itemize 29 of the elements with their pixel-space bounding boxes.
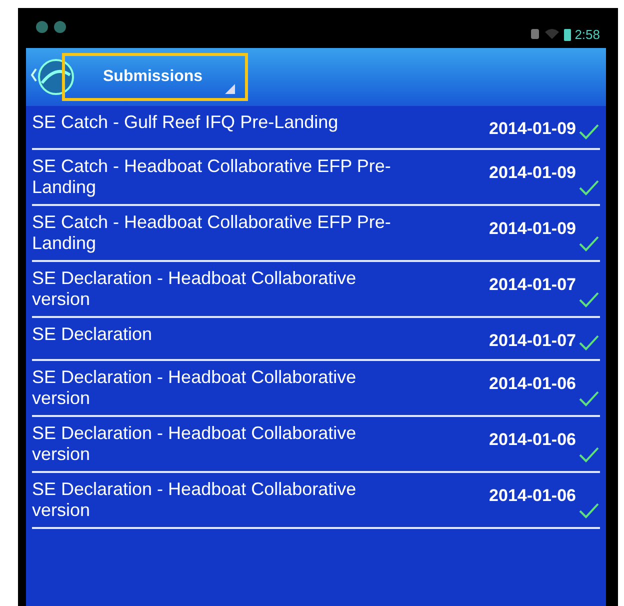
submission-title: SE Catch - Headboat Collaborative EFP Pre-Landing [32,212,392,254]
submission-title: SE Declaration [32,324,154,344]
submission-title: SE Catch - Headboat Collaborative EFP Pre-Landing [32,156,392,198]
submission-date: 2014-01-06 [489,485,576,507]
submission-row[interactable]: SE Declaration - Headboat Collaborative version 2014-01-06 [32,473,600,529]
submission-date: 2014-01-06 [489,429,576,451]
submission-date: 2014-01-06 [489,373,576,395]
submission-date: 2014-01-07 [489,274,576,296]
submission-row[interactable]: SE Catch - Headboat Collaborative EFP Pre-Landing 2014-01-09 [32,150,600,206]
status-time: 2:58 [574,26,600,44]
submission-date: 2014-01-07 [489,330,576,352]
submission-title: SE Declaration - Headboat Collaborative version [32,479,358,521]
submission-title: SE Declaration - Headboat Collaborative version [32,367,358,409]
submission-row[interactable]: SE Declaration - Headboat Collaborative version 2014-01-06 [32,417,600,473]
submission-row[interactable]: SE Declaration - Headboat Collaborative version 2014-01-07 [32,262,600,318]
submission-row[interactable]: SE Catch - Headboat Collaborative EFP Pre-Landing 2014-01-09 [32,206,600,262]
submission-title: SE Catch - Gulf Reef IFQ Pre-Landing [32,112,340,133]
battery-icon [564,28,571,41]
submission-title: SE Declaration - Headboat Collaborative version [32,423,358,465]
submission-date: 2014-01-09 [489,162,576,184]
submission-row[interactable]: SE Declaration - Headboat Collaborative version 2014-01-06 [32,361,600,417]
submission-date: 2014-01-09 [489,218,576,240]
submission-title: SE Declaration - Headboat Collaborative version [32,268,358,310]
submissions-dropdown[interactable]: Submissions [103,65,203,89]
dropdown-corner-icon [225,84,235,94]
submission-row[interactable]: SE Catch - Gulf Reef IFQ Pre-Landing 2014-01-09 [32,106,600,150]
submission-row[interactable]: SE Declaration 2014-01-07 [32,318,600,361]
wifi-icon [544,28,560,40]
submission-date: 2014-01-09 [489,118,576,140]
